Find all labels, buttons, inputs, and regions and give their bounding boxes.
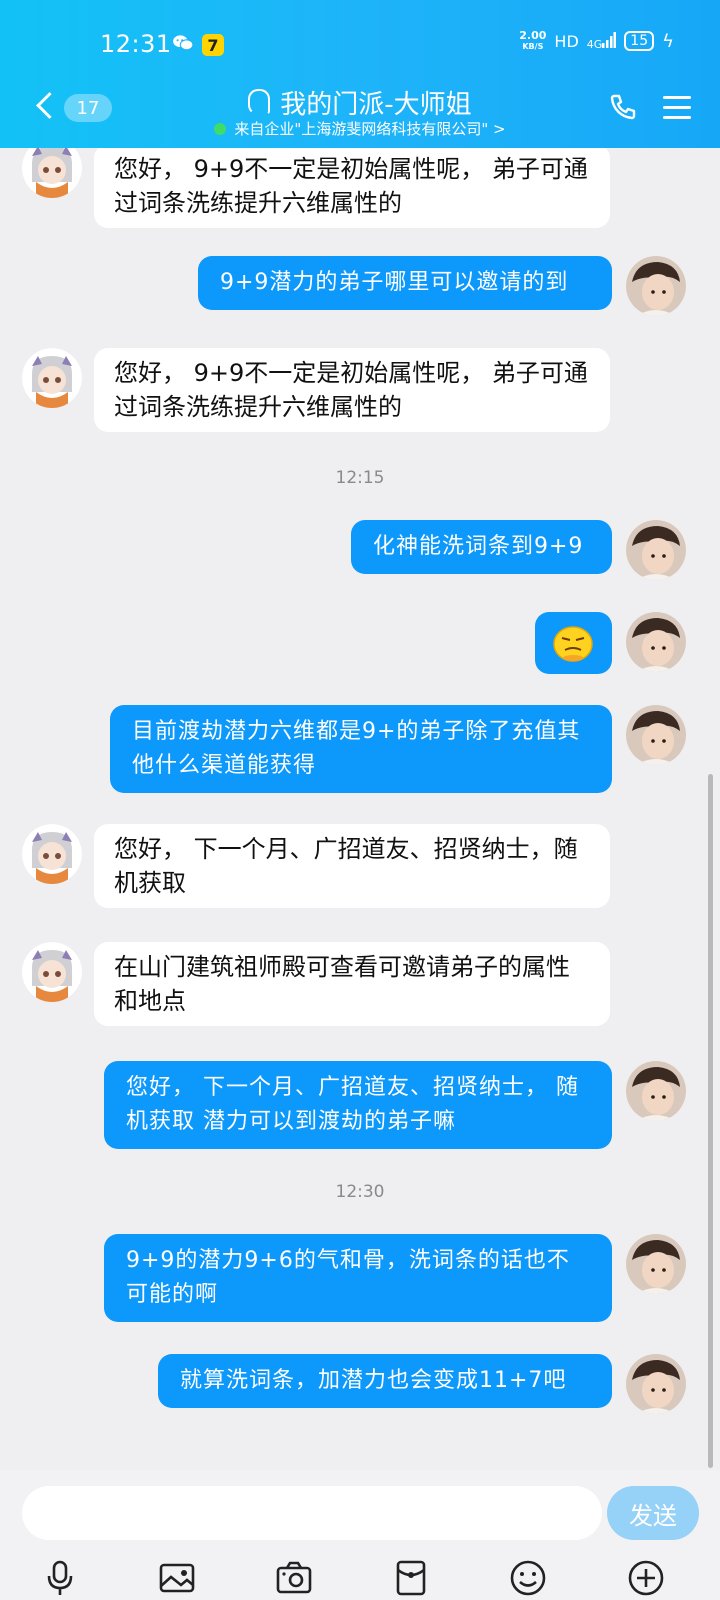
menu-icon[interactable] (663, 96, 691, 120)
message-input[interactable] (22, 1486, 602, 1540)
scrollbar[interactable] (708, 774, 713, 1468)
outgoing-bubble[interactable]: 9+9的潜力9+6的气和骨，洗词条的话也不可能的啊 (104, 1234, 612, 1322)
emoji-icon[interactable] (508, 1558, 548, 1598)
incoming-bubble[interactable]: 您好， 9+9不一定是初始属性呢， 弟子可通过词条洗练提升六维属性的 (94, 148, 610, 228)
composer-toolbar (0, 1558, 720, 1600)
composer: 发送 (0, 1470, 720, 1600)
chat-header: 12:31 7 2.00 KB/S HD 4G 15 ϟ 17 我的门派-大师姐… (0, 0, 720, 148)
outgoing-bubble[interactable] (535, 612, 612, 674)
outgoing-bubble[interactable]: 您好， 下一个月、广招道友、招贤纳士， 随机获取 潜力可以到渡劫的弟子嘛 (104, 1061, 612, 1149)
user-avatar[interactable] (626, 256, 686, 316)
incoming-bubble[interactable]: 在山门建筑祖师殿可查看可邀请弟子的属性和地点 (94, 942, 610, 1026)
agent-avatar[interactable] (22, 824, 82, 884)
incoming-bubble[interactable]: 您好， 下一个月、广招道友、招贤纳士，随机获取 (94, 824, 610, 908)
user-avatar[interactable] (626, 520, 686, 580)
status-time: 12:31 (100, 30, 172, 58)
plus-icon[interactable] (626, 1558, 666, 1598)
battery-icon: 15 (624, 31, 655, 51)
phone-icon[interactable] (608, 92, 638, 122)
user-avatar[interactable] (626, 1354, 686, 1414)
user-avatar[interactable] (626, 612, 686, 672)
game-app-icon: 7 (202, 34, 224, 56)
wechat-icon (173, 35, 194, 51)
image-icon[interactable] (157, 1558, 197, 1598)
agent-avatar[interactable] (22, 348, 82, 408)
send-button[interactable]: 发送 (607, 1486, 699, 1540)
timestamp: 12:15 (335, 468, 385, 488)
smug-emoji-icon (553, 626, 593, 662)
outgoing-bubble[interactable]: 9+9潜力的弟子哪里可以邀请的到 (198, 256, 612, 310)
online-dot-icon (214, 123, 227, 135)
status-notifications: 7 (172, 34, 224, 56)
status-indicators: 2.00 KB/S HD 4G 15 ϟ (519, 30, 674, 52)
outgoing-bubble[interactable]: 化神能洗词条到9+9 (351, 520, 612, 574)
user-avatar[interactable] (626, 1061, 686, 1121)
incoming-bubble[interactable]: 您好， 9+9不一定是初始属性呢， 弟子可通过词条洗练提升六维属性的 (94, 348, 610, 432)
ear-icon (248, 89, 271, 115)
agent-avatar[interactable] (22, 942, 82, 1002)
camera-icon[interactable] (274, 1558, 314, 1598)
outgoing-bubble[interactable]: 就算洗词条，加潜力也会变成11+7吧 (158, 1354, 612, 1408)
mic-icon[interactable] (40, 1558, 80, 1598)
net-speed: 2.00 KB/S (519, 29, 547, 51)
outgoing-bubble[interactable]: 目前渡劫潜力六维都是9+的弟子除了充值其他什么渠道能获得 (110, 705, 612, 793)
message-list[interactable]: 您好， 9+9不一定是初始属性呢， 弟子可通过词条洗练提升六维属性的 9+9潜力… (0, 148, 720, 1470)
hd-indicator: HD (554, 31, 579, 51)
agent-avatar[interactable] (22, 148, 82, 198)
user-avatar[interactable] (626, 1234, 686, 1294)
charging-icon: ϟ (662, 30, 674, 52)
user-avatar[interactable] (626, 705, 686, 765)
timestamp: 12:30 (335, 1182, 385, 1202)
signal-icon: 4G (587, 31, 617, 51)
red-packet-icon[interactable] (391, 1558, 431, 1598)
